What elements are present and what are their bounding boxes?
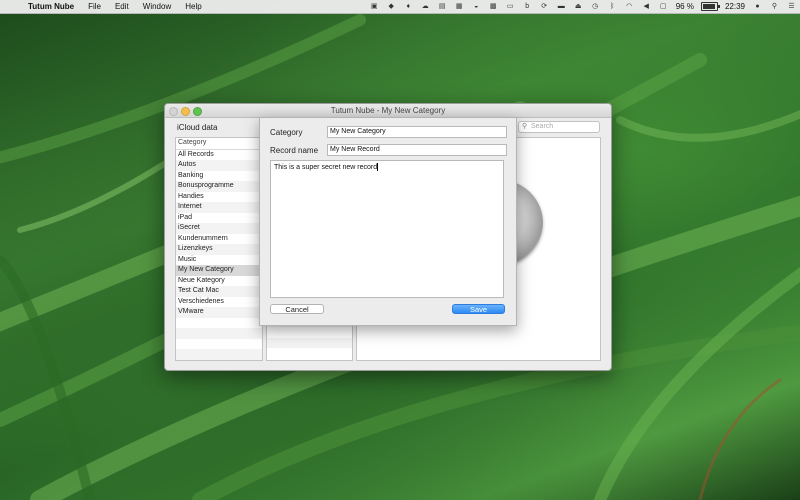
menubar-clock[interactable]: 22:39 [725,2,745,11]
wifi-icon[interactable]: ◠ [624,2,635,11]
search-icon: ⚲ [522,123,528,130]
category-list[interactable]: Category All Records Autos Banking Bonuspro… [175,137,263,361]
status-area: ▣ ◆ ♦ ☁ ▤ ▦ ◒ ▩ ▭ b ⟳ ▬ ⏏ ◷ ᛒ ◠ ◀ ▢ 96 %… [366,0,800,13]
screen-icon[interactable]: ▤ [437,2,448,11]
app-menu[interactable]: Tutum Nube [22,0,81,13]
category-row[interactable]: Banking [176,171,262,182]
battery-percent[interactable]: 96 % [676,2,694,11]
record-body-text: This is a super secret new record [274,163,378,171]
hat-icon[interactable]: ◒ [471,2,482,11]
category-row[interactable]: Lizenzkeys [176,244,262,255]
category-row[interactable]: iSecret [176,223,262,234]
search-placeholder: Search [531,123,554,130]
category-row[interactable]: Bonusprogramme [176,181,262,192]
category-row[interactable]: All Records [176,150,262,161]
record-body-textarea[interactable]: This is a super secret new record [270,160,504,298]
display-icon[interactable]: ▢ [658,2,669,11]
eject-icon[interactable]: ⏏ [573,2,584,11]
user-icon[interactable]: ● [752,2,763,11]
spotlight-icon[interactable]: ⚲ [769,2,780,11]
category-row[interactable]: Internet [176,202,262,213]
empty-row [176,318,262,329]
category-label: Category [270,128,303,137]
empty-row [176,328,262,339]
menu-help[interactable]: Help [178,0,208,13]
category-row[interactable]: Autos [176,160,262,171]
window-title: Tutum Nube - My New Category [330,106,446,115]
keyboard-icon[interactable]: ▬ [556,2,567,11]
search-field[interactable]: ⚲ Search [518,121,600,133]
category-row[interactable]: iPad [176,213,262,224]
category-row[interactable]: Kundenummern [176,234,262,245]
battery-icon[interactable] [700,2,720,11]
menu-bar: Tutum Nube File Edit Window Help ▣ ◆ ♦ ☁… [0,0,800,14]
menu-edit[interactable]: Edit [108,0,136,13]
menu-window[interactable]: Window [136,0,178,13]
category-row[interactable]: My New Category [176,265,262,276]
droplet-icon[interactable]: ◆ [386,2,397,11]
time-machine-icon[interactable]: ◷ [590,2,601,11]
camera-icon[interactable]: ▣ [369,2,380,11]
empty-row [176,339,262,350]
notification-center-icon[interactable]: ☰ [786,2,797,11]
cancel-button[interactable]: Cancel [270,304,324,314]
text-caret [377,163,378,171]
bluetooth-icon[interactable]: ᛒ [607,2,618,11]
menu-file[interactable]: File [81,0,108,13]
category-rows: All Records Autos Banking Bonusprogramme Han… [176,150,262,360]
printer-icon[interactable]: ▦ [454,2,465,11]
cloud-icon[interactable]: ☁ [420,2,431,11]
category-row[interactable]: VMware [176,307,262,318]
save-button[interactable]: Save [452,304,505,314]
window-titlebar[interactable]: Tutum Nube - My New Category [165,104,611,118]
record-row [267,327,352,338]
category-row[interactable]: Test Cat Mac [176,286,262,297]
volume-icon[interactable]: ◀ [641,2,652,11]
category-row[interactable]: Handies [176,192,262,203]
record-name-field[interactable]: My New Record [327,144,507,156]
category-field[interactable]: My New Category [327,126,507,138]
category-row[interactable]: Verschiedenes [176,297,262,308]
icloud-data-title: iCloud data [177,123,218,132]
category-row[interactable]: Neue Kategory [176,276,262,287]
category-column-header[interactable]: Category [176,138,262,150]
record-name-label: Record name [270,146,319,155]
grid-icon[interactable]: ▩ [488,2,499,11]
sync-icon[interactable]: ⟳ [539,2,550,11]
empty-row [176,349,262,360]
record-row [267,337,352,348]
tray-icon[interactable]: ▭ [505,2,516,11]
bold-b-icon[interactable]: b [522,2,533,11]
new-record-sheet: Category My New Category Record name My … [259,117,517,326]
category-row[interactable]: Music [176,255,262,266]
evernote-icon[interactable]: ♦ [403,2,414,11]
